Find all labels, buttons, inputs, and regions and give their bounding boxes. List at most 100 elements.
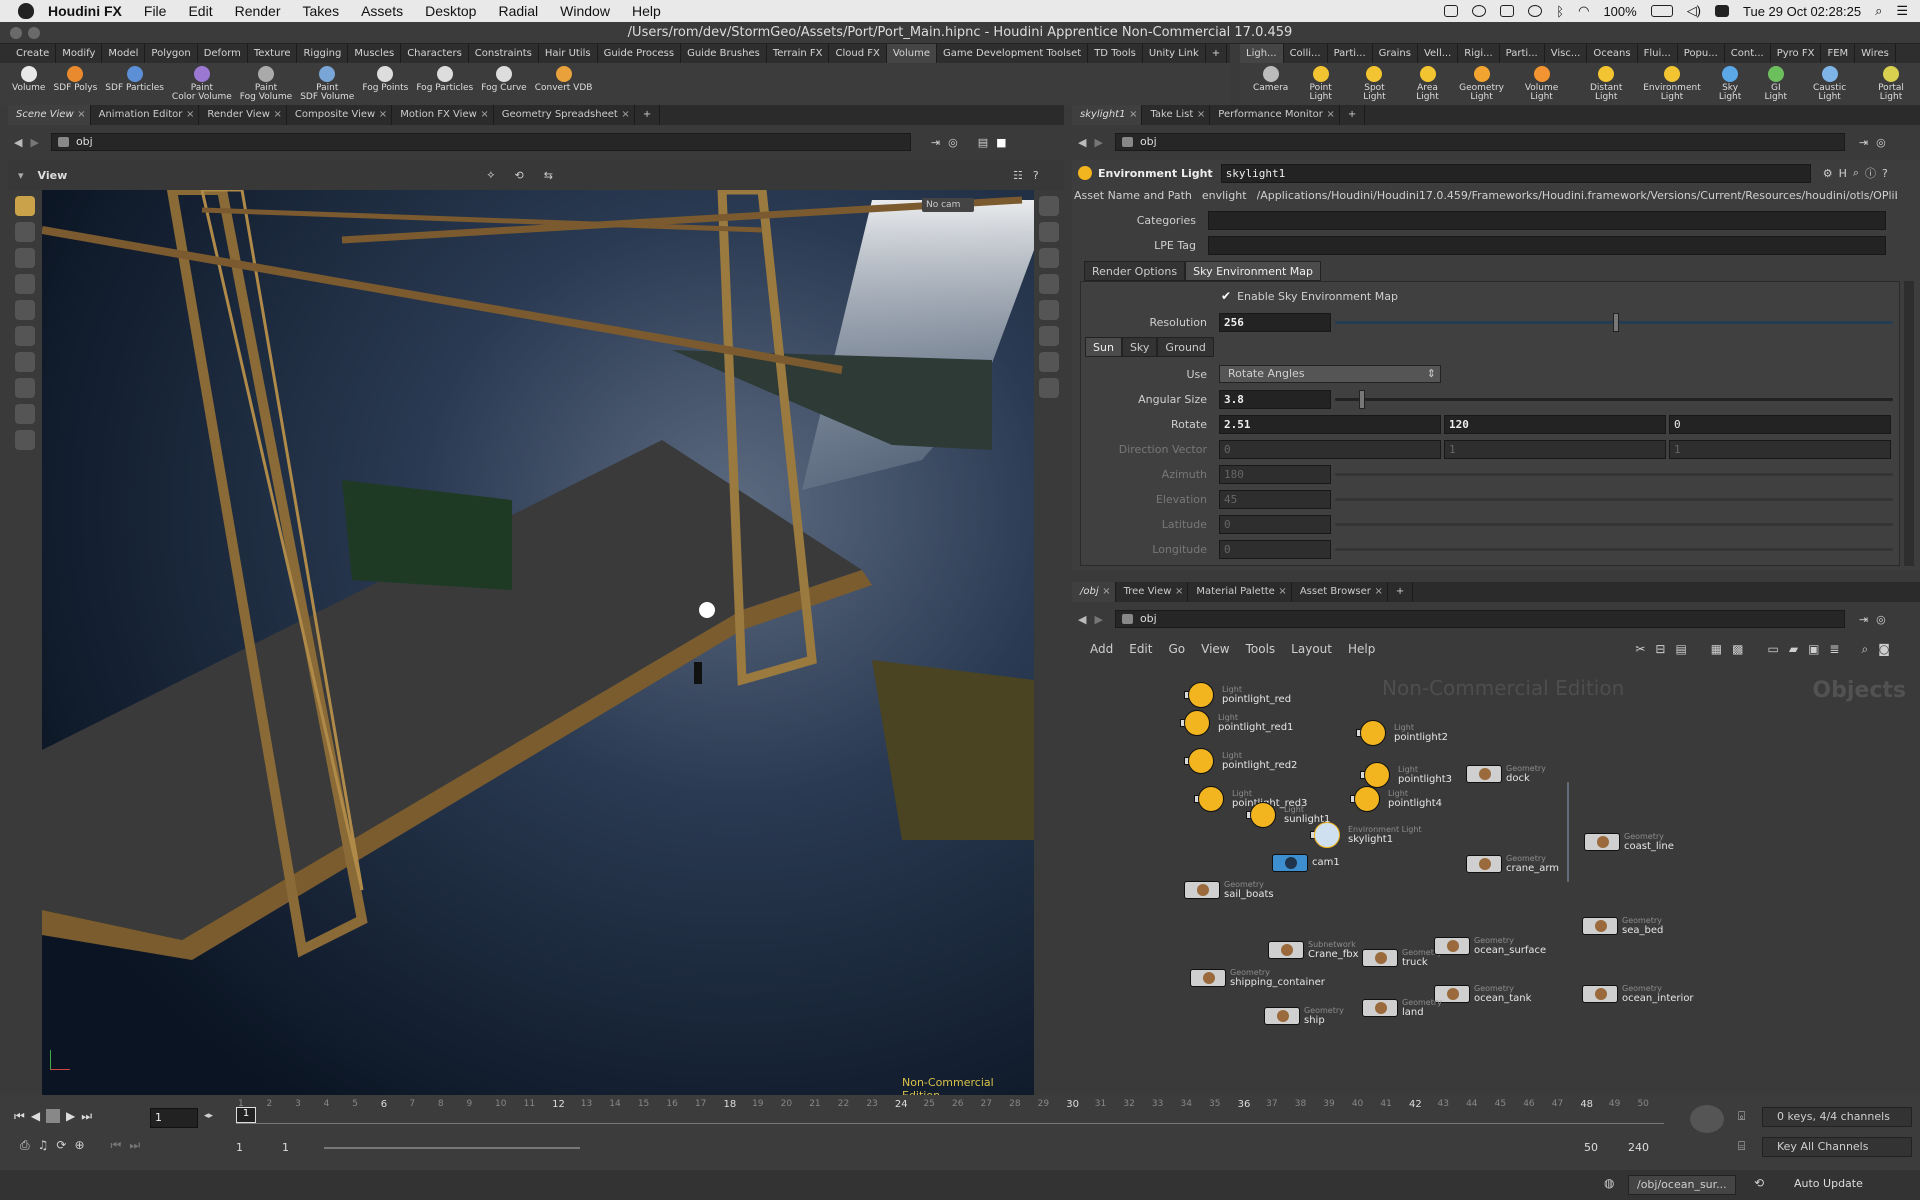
- tab-motion-fx-view[interactable]: Motion FX View ×: [392, 105, 494, 125]
- shelf-tab[interactable]: Guide Brushes: [681, 44, 767, 63]
- lights-tool-button[interactable]: Portal Light: [1862, 63, 1920, 105]
- lock-camera-icon[interactable]: [15, 326, 35, 346]
- key-all-channels-button[interactable]: Key All Channels: [1762, 1137, 1912, 1157]
- step-back-icon[interactable]: ◂▸: [204, 1111, 213, 1121]
- shelf-tool-button[interactable]: Paint Color Volume: [168, 63, 236, 105]
- network-editor[interactable]: Non-Commercial Edition Objects Light poin…: [1072, 672, 1920, 1095]
- lights-tool-button[interactable]: Spot Light: [1348, 63, 1401, 105]
- shelf-tool-button[interactable]: SDF Particles: [101, 63, 168, 105]
- desktop-view-icon[interactable]: ▤: [978, 136, 988, 149]
- network-path-field[interactable]: obj: [1114, 610, 1845, 628]
- shelf-tool-button[interactable]: SDF Polys: [49, 63, 101, 105]
- shelf-tab[interactable]: Muscles: [348, 44, 402, 63]
- shelf-tab[interactable]: TD Tools: [1088, 44, 1143, 63]
- quad-view-icon[interactable]: [1039, 378, 1059, 398]
- shelf-tool-button[interactable]: Convert VDB: [531, 63, 597, 105]
- shelf-tool-button[interactable]: Paint Fog Volume: [236, 63, 296, 105]
- network-node[interactable]: Geometry shipping_container: [1190, 968, 1325, 988]
- image-icon[interactable]: ▣: [1808, 642, 1819, 656]
- network-node[interactable]: Light pointlight_red: [1184, 682, 1291, 708]
- select-tool-icon[interactable]: [15, 196, 35, 216]
- text-label-icon[interactable]: [1039, 352, 1059, 372]
- range-end-field[interactable]: 50: [1584, 1139, 1624, 1157]
- range-slider[interactable]: [324, 1147, 580, 1149]
- stack-icon[interactable]: ≣: [1829, 642, 1839, 656]
- tab-skylight1[interactable]: skylight1 ×: [1072, 105, 1143, 125]
- jump-end-icon[interactable]: ⏭: [81, 1109, 92, 1124]
- back-arrow-icon[interactable]: ◀: [14, 136, 22, 149]
- volume-icon[interactable]: ◁): [1687, 3, 1701, 19]
- lights-tool-button[interactable]: Sky Light: [1706, 63, 1755, 105]
- shading-icon[interactable]: [1039, 248, 1059, 268]
- lights-shelf-tab[interactable]: Popu...: [1678, 44, 1725, 63]
- pin-icon[interactable]: ⇥: [931, 136, 940, 149]
- tab-composite-view[interactable]: Composite View ×: [287, 105, 393, 125]
- accessibility-icon[interactable]: [1528, 5, 1543, 17]
- refresh-icon[interactable]: ⟲: [1754, 1176, 1764, 1190]
- network-node[interactable]: Geometry sail_boats: [1184, 880, 1274, 900]
- lights-shelf-tab[interactable]: FEM: [1821, 44, 1856, 63]
- shelf-tab[interactable]: Hair Utils: [539, 44, 598, 63]
- stop-icon[interactable]: [46, 1109, 61, 1123]
- jump-start-icon[interactable]: ⏮: [14, 1109, 25, 1124]
- camera-menu[interactable]: No cam: [922, 198, 975, 212]
- screen-icon[interactable]: [1444, 5, 1459, 17]
- add-tab-button[interactable]: +: [635, 105, 661, 125]
- shelf-tab[interactable]: Terrain FX: [767, 44, 830, 63]
- network-node[interactable]: Geometry coast_line: [1584, 832, 1674, 852]
- network-node[interactable]: Light pointlight2: [1356, 720, 1448, 746]
- shelf-tab[interactable]: Texture: [248, 44, 298, 63]
- shelf-tab[interactable]: Constraints: [469, 44, 539, 63]
- scene-path-field[interactable]: obj: [50, 133, 911, 151]
- node-name-field[interactable]: skylight1: [1220, 163, 1811, 183]
- lights-tool-button[interactable]: Environment Light: [1638, 63, 1705, 105]
- range-start-icon[interactable]: ⏮: [111, 1138, 122, 1153]
- forward-arrow-icon[interactable]: ▶: [1094, 613, 1102, 626]
- menu-window[interactable]: Window: [560, 3, 610, 19]
- viewport-settings-icon[interactable]: ☷: [1013, 169, 1023, 182]
- dolly-icon[interactable]: ⇆: [544, 169, 553, 182]
- red-tool-icon[interactable]: [15, 352, 35, 372]
- global-animation-icon[interactable]: ⊕: [74, 1138, 84, 1153]
- lights-tool-button[interactable]: Geometry Light: [1454, 63, 1509, 105]
- menu-app[interactable]: Houdini FX: [48, 3, 122, 19]
- tab-sky-environment-map[interactable]: Sky Environment Map: [1185, 261, 1322, 281]
- wrench-icon[interactable]: ✂: [1635, 642, 1645, 656]
- tab-scene-view[interactable]: Scene View ×: [8, 105, 91, 125]
- bluetooth-icon[interactable]: ᛒ: [1556, 4, 1564, 19]
- tab-animation-editor[interactable]: Animation Editor ×: [91, 105, 200, 125]
- enable-checkbox[interactable]: ✔: [1221, 289, 1231, 303]
- link-icon[interactable]: ◎: [948, 136, 958, 149]
- shelf-tab[interactable]: Volume: [886, 44, 938, 63]
- input-source-icon[interactable]: [1715, 5, 1730, 17]
- network-node[interactable]: Geometry dock: [1466, 764, 1546, 784]
- parameter-path-field[interactable]: obj: [1114, 133, 1845, 151]
- tab-material-palette[interactable]: Material Palette ×: [1188, 582, 1292, 602]
- keyframes-icon[interactable]: ⌻: [1738, 1109, 1745, 1124]
- audio-icon[interactable]: ♫: [38, 1138, 49, 1153]
- viewport-menu-icon[interactable]: ▾: [18, 169, 24, 182]
- network-node[interactable]: Geometry sea_bed: [1582, 916, 1663, 936]
- info-icon[interactable]: ⓘ: [1865, 165, 1876, 181]
- menu-add[interactable]: Add: [1090, 642, 1113, 656]
- shelf-tab[interactable]: Game Development Toolset: [937, 44, 1089, 63]
- tab-render-options[interactable]: Render Options: [1084, 261, 1186, 281]
- shelf-tab[interactable]: Create: [10, 44, 57, 63]
- lighting-icon[interactable]: [1039, 222, 1059, 242]
- rotate-y-field[interactable]: 120: [1444, 414, 1666, 434]
- lights-tool-button[interactable]: Camera: [1248, 63, 1293, 105]
- lights-tool-button[interactable]: GI Light: [1754, 63, 1797, 105]
- range-end2-field[interactable]: 240: [1628, 1139, 1668, 1157]
- use-dropdown[interactable]: Rotate Angles ⇕: [1219, 365, 1441, 383]
- network-node[interactable]: Light pointlight_red2: [1184, 748, 1297, 774]
- network-node[interactable]: Light pointlight4: [1350, 786, 1442, 812]
- tab-performance-monitor[interactable]: Performance Monitor ×: [1210, 105, 1340, 125]
- lights-shelf-tab[interactable]: Cont...: [1725, 44, 1771, 63]
- network-node[interactable]: Geometry truck: [1362, 948, 1442, 968]
- angular-size-slider[interactable]: [1335, 389, 1893, 409]
- network-node[interactable]: cam1: [1272, 854, 1340, 872]
- range-end-icon[interactable]: ⏭: [129, 1138, 140, 1153]
- shelf-tab[interactable]: Characters: [401, 44, 469, 63]
- lights-shelf-tab[interactable]: Rigi...: [1458, 44, 1500, 63]
- link-icon[interactable]: ◎: [1876, 613, 1886, 626]
